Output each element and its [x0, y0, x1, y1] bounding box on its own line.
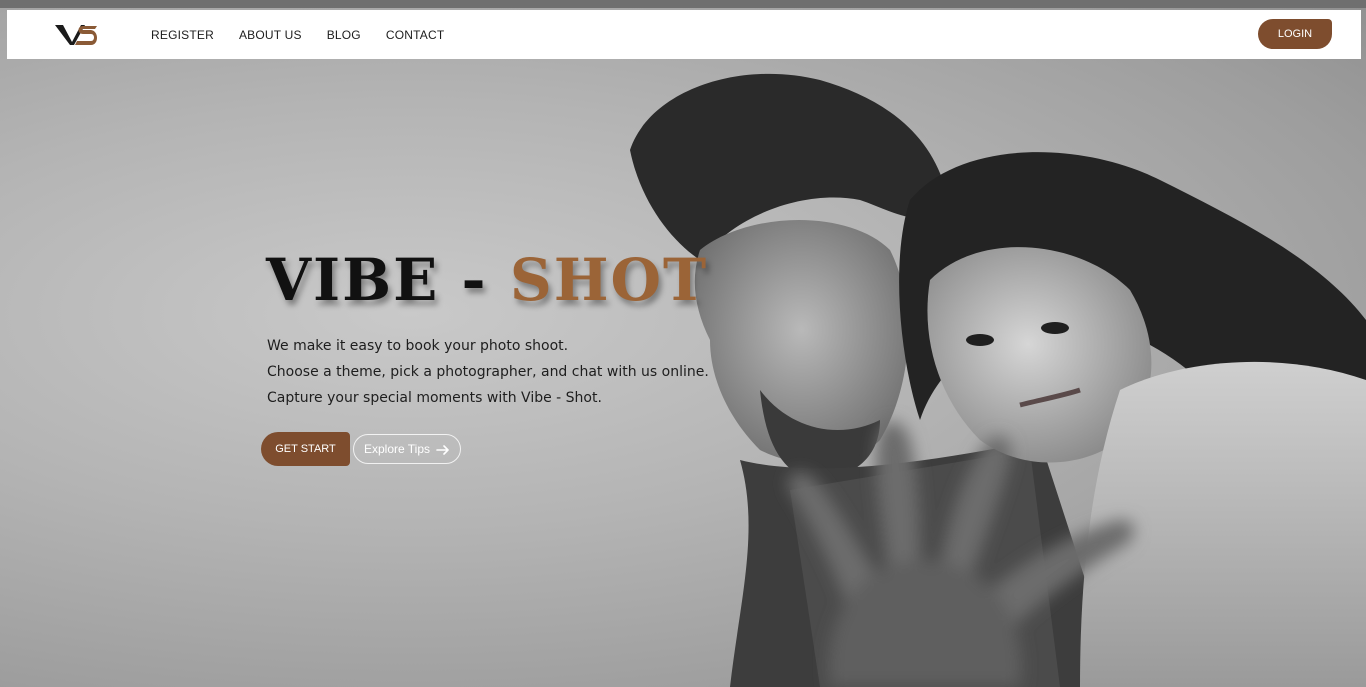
login-button[interactable]: LOGIN — [1258, 19, 1332, 49]
nav-about-us[interactable]: ABOUT US — [239, 28, 302, 42]
hero-line-3: Capture your special moments with Vibe -… — [267, 390, 602, 406]
vibe-shot-logo-icon[interactable] — [53, 21, 99, 47]
hero-description: We make it easy to book your photo shoot… — [267, 333, 709, 411]
explore-tips-label: Explore Tips — [363, 442, 431, 456]
hero-title: VIBE - SHOT — [266, 240, 708, 320]
main-nav: REGISTER ABOUT US BLOG CONTACT — [151, 10, 444, 59]
hero-line-2: Choose a theme, pick a photographer, and… — [267, 364, 709, 380]
get-start-label: GET START — [275, 443, 336, 455]
arrow-right-icon — [436, 444, 450, 455]
page: REGISTER ABOUT US BLOG CONTACT LOGIN VIB… — [0, 0, 1366, 687]
hero-title-main: VIBE - — [266, 246, 488, 314]
nav-blog[interactable]: BLOG — [327, 28, 361, 42]
hero-title-accent: SHOT — [509, 246, 709, 314]
get-start-button[interactable]: GET START — [261, 432, 350, 466]
explore-tips-button[interactable]: Explore Tips — [353, 434, 461, 464]
nav-register[interactable]: REGISTER — [151, 28, 214, 42]
top-navigation-bar: REGISTER ABOUT US BLOG CONTACT LOGIN — [7, 10, 1361, 59]
nav-contact[interactable]: CONTACT — [386, 28, 445, 42]
hero-line-1: We make it easy to book your photo shoot… — [267, 338, 569, 354]
